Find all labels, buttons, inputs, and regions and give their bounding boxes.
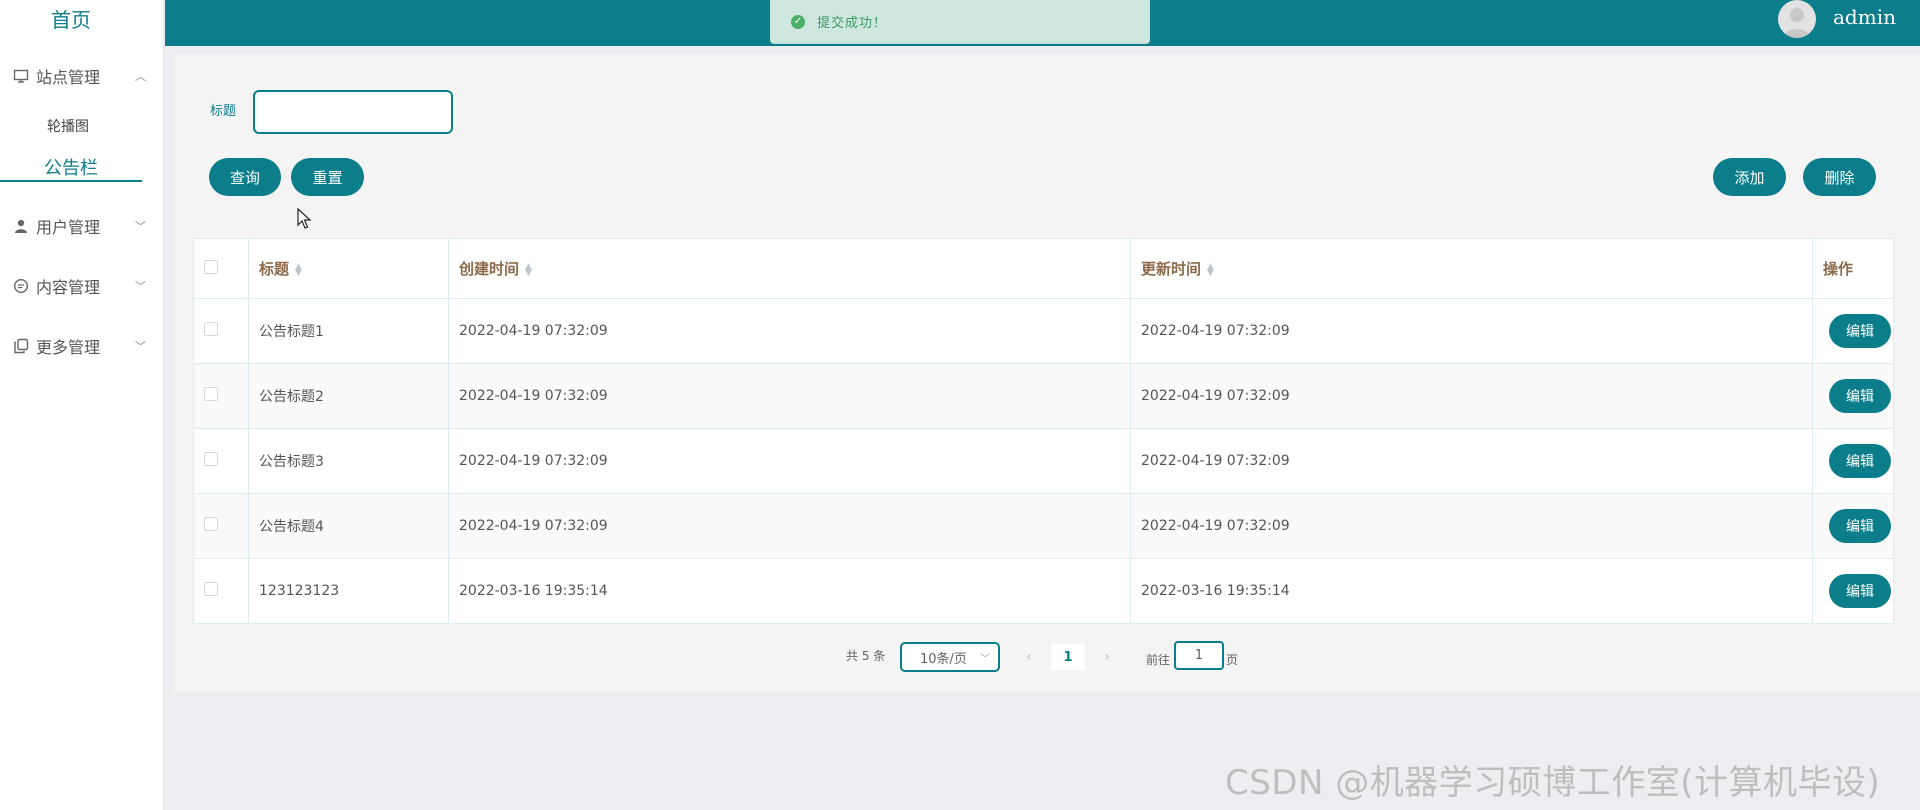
table-row: 123123123 2022-03-16 19:35:14 2022-03-16… <box>193 558 1894 624</box>
chevron-down-icon: ﹀ <box>980 653 990 665</box>
cell-title: 公告标题1 <box>248 298 449 364</box>
sidebar-home-link[interactable]: 首页 <box>0 4 142 33</box>
edit-button[interactable]: 编辑 <box>1829 509 1891 543</box>
avatar[interactable] <box>1778 0 1816 38</box>
select-all-checkbox[interactable] <box>204 259 218 274</box>
table-row: 公告标题1 2022-04-19 07:32:09 2022-04-19 07:… <box>193 298 1894 364</box>
edit-button[interactable]: 编辑 <box>1829 314 1891 348</box>
sort-icon[interactable]: ▲ ▼ <box>1207 262 1214 277</box>
copy-icon <box>12 337 30 355</box>
username[interactable]: admin <box>1833 5 1896 29</box>
chevron-down-icon: ﹀ <box>135 220 146 233</box>
row-checkbox[interactable] <box>204 387 218 401</box>
sidebar-subitem-carousel[interactable]: 轮播图 <box>0 116 136 136</box>
column-header-updated[interactable]: 更新时间 ▲ ▼ <box>1130 238 1813 299</box>
sidebar-item-label: 内容管理 <box>36 278 101 297</box>
cell-updated: 2022-04-19 07:32:09 <box>1130 298 1813 364</box>
page-suffix-label: 页 <box>1226 653 1239 667</box>
title-filter-label: 标题 <box>210 104 237 119</box>
query-button[interactable]: 查询 <box>209 158 281 196</box>
sort-icon[interactable]: ▲ ▼ <box>525 262 532 277</box>
cell-title: 公告标题2 <box>248 363 449 429</box>
cell-updated: 2022-04-19 07:32:09 <box>1130 428 1813 494</box>
delete-button[interactable]: 删除 <box>1803 158 1876 196</box>
sidebar-item-site-management[interactable]: 站点管理 ︿ <box>12 64 146 88</box>
row-checkbox[interactable] <box>204 582 218 596</box>
cell-updated: 2022-04-19 07:32:09 <box>1130 493 1813 559</box>
chevron-right-icon: › <box>1104 649 1110 665</box>
active-item-underline <box>0 180 142 182</box>
add-button[interactable]: 添加 <box>1713 158 1786 196</box>
table-row: 公告标题3 2022-04-19 07:32:09 2022-04-19 07:… <box>193 428 1894 494</box>
toast-message: 提交成功！ <box>817 16 888 31</box>
edit-button[interactable]: 编辑 <box>1829 379 1891 413</box>
sidebar-item-content-management[interactable]: 内容管理 ﹀ <box>12 274 146 298</box>
cell-title: 123123123 <box>248 558 449 624</box>
sidebar-item-user-management[interactable]: 用户管理 ﹀ <box>12 214 146 238</box>
column-header-title[interactable]: 标题 ▲ ▼ <box>248 238 449 299</box>
cell-updated: 2022-03-16 19:35:14 <box>1130 558 1813 624</box>
chat-icon <box>12 277 30 295</box>
page-size-value: 10条/页 <box>920 651 967 667</box>
sidebar-subitem-notice-board[interactable]: 公告栏 <box>0 154 142 180</box>
reset-button[interactable]: 重置 <box>291 158 364 196</box>
chevron-left-icon: ‹ <box>1026 649 1032 665</box>
monitor-icon <box>12 67 30 85</box>
page-size-select[interactable]: 10条/页 ﹀ <box>900 642 1000 672</box>
cell-created: 2022-04-19 07:32:09 <box>448 428 1131 494</box>
sidebar: 首页 站点管理 ︿ 轮播图 公告栏 用户管理 ﹀ 内容管理 ﹀ 更多管理 ﹀ <box>0 0 164 810</box>
page-number-button[interactable]: 1 <box>1051 644 1085 670</box>
success-toast: ✓ 提交成功！ <box>770 0 1150 44</box>
column-header-created[interactable]: 创建时间 ▲ ▼ <box>448 238 1131 299</box>
table-header-row: 标题 ▲ ▼ 创建时间 ▲ ▼ 更新时间 ▲ ▼ 操作 <box>193 238 1894 299</box>
cell-created: 2022-03-16 19:35:14 <box>448 558 1131 624</box>
row-checkbox[interactable] <box>204 452 218 466</box>
cell-title: 公告标题4 <box>248 493 449 559</box>
row-checkbox[interactable] <box>204 322 218 336</box>
chevron-down-icon: ﹀ <box>135 340 146 353</box>
table-row: 公告标题4 2022-04-19 07:32:09 2022-04-19 07:… <box>193 493 1894 559</box>
user-icon <box>12 217 30 235</box>
sidebar-item-label: 站点管理 <box>36 68 101 87</box>
row-checkbox[interactable] <box>204 517 218 531</box>
cell-updated: 2022-04-19 07:32:09 <box>1130 363 1813 429</box>
select-all-cell <box>193 238 249 299</box>
sidebar-item-label: 用户管理 <box>36 218 101 237</box>
column-header-actions: 操作 <box>1812 238 1894 299</box>
cell-created: 2022-04-19 07:32:09 <box>448 298 1131 364</box>
check-circle-icon: ✓ <box>791 14 805 29</box>
watermark: CSDN @机器学习硕博工作室(计算机毕设) <box>1225 763 1881 803</box>
edit-button[interactable]: 编辑 <box>1829 574 1891 608</box>
table-row: 公告标题2 2022-04-19 07:32:09 2022-04-19 07:… <box>193 363 1894 429</box>
sidebar-item-more-management[interactable]: 更多管理 ﹀ <box>12 334 146 358</box>
edit-button[interactable]: 编辑 <box>1829 444 1891 478</box>
mouse-cursor-icon <box>297 207 313 234</box>
cell-created: 2022-04-19 07:32:09 <box>448 493 1131 559</box>
title-filter-input[interactable] <box>253 90 453 134</box>
chevron-down-icon: ﹀ <box>135 280 146 293</box>
pagination-total: 共 5 条 <box>846 649 886 663</box>
sidebar-item-label: 更多管理 <box>36 338 101 357</box>
cell-created: 2022-04-19 07:32:09 <box>448 363 1131 429</box>
sort-icon[interactable]: ▲ ▼ <box>295 262 302 277</box>
prev-page-button[interactable]: ‹ <box>1016 644 1042 670</box>
next-page-button[interactable]: › <box>1094 644 1120 670</box>
goto-label: 前往 <box>1146 653 1171 667</box>
chevron-up-icon: ︿ <box>135 70 146 83</box>
goto-page-input[interactable] <box>1174 641 1224 670</box>
cell-title: 公告标题3 <box>248 428 449 494</box>
notice-table: 标题 ▲ ▼ 创建时间 ▲ ▼ 更新时间 ▲ ▼ 操作 公告标题1 2022-04-19 0… <box>193 238 1894 624</box>
